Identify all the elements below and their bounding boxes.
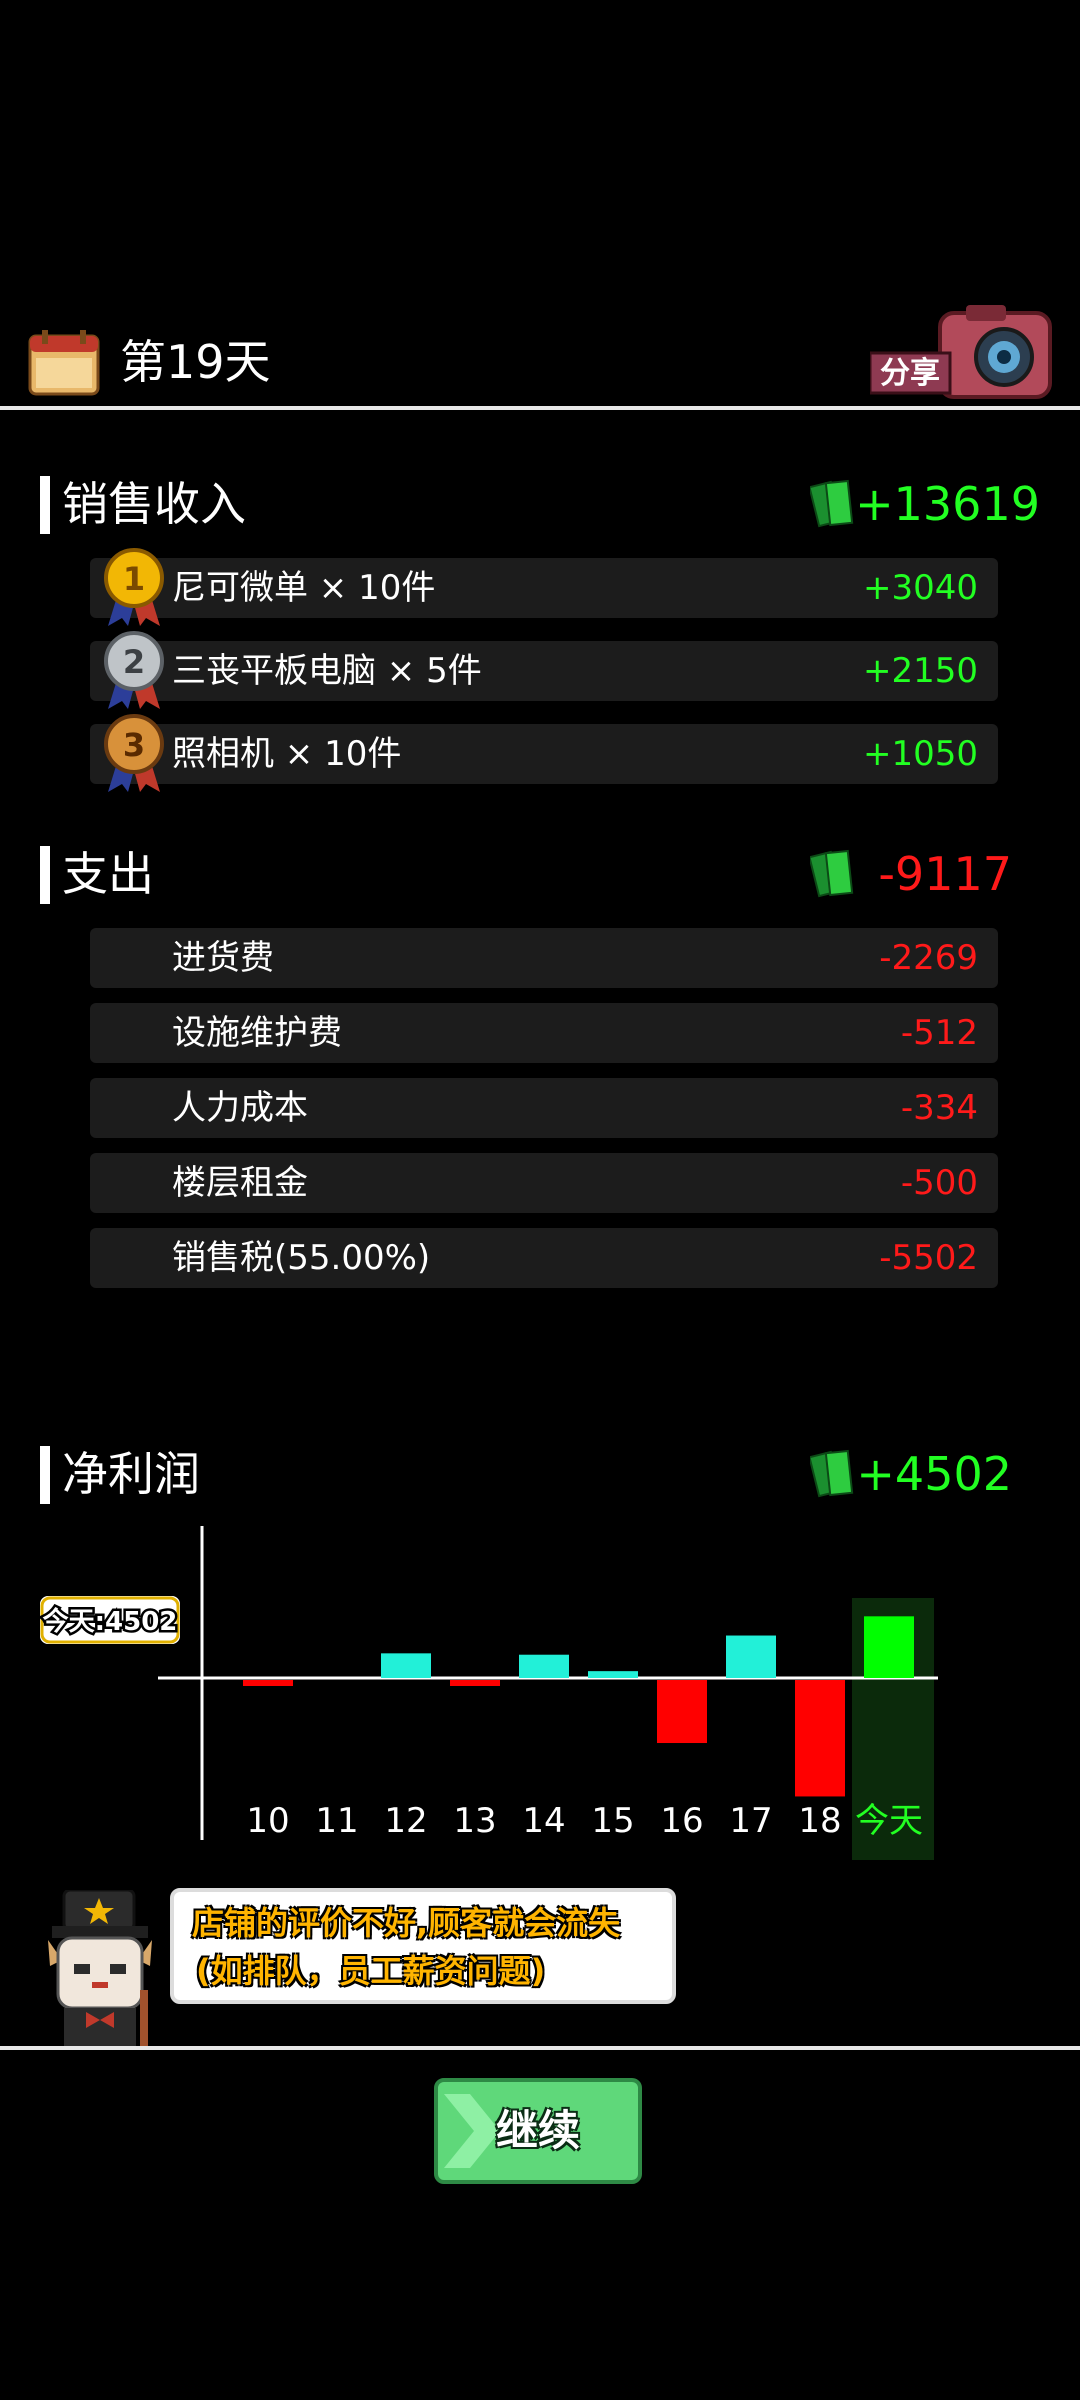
camera-icon: 分享	[868, 305, 1052, 399]
expense-row: 销售税(55.00%) -5502	[90, 1228, 998, 1288]
bronze-medal-icon: 3	[104, 714, 164, 792]
tip-bubble: 店铺的评价不好,顾客就会流失 (如排队，员工薪资问题)	[170, 1888, 676, 2004]
item-value: -5502	[879, 1238, 978, 1278]
item-label: 销售税(55.00%)	[172, 1238, 431, 1278]
svg-text:2: 2	[123, 643, 145, 681]
continue-label: 继续	[495, 2106, 580, 2155]
section-marker	[40, 1446, 50, 1504]
item-label: 进货费	[172, 938, 274, 978]
bar-12	[381, 1653, 431, 1678]
item-label: 人力成本	[172, 1088, 308, 1128]
svg-text:3: 3	[123, 726, 145, 764]
tip-line-1: 店铺的评价不好,顾客就会流失	[192, 1904, 621, 1942]
bar-10	[243, 1680, 293, 1686]
x-tick-label: 14	[522, 1801, 565, 1841]
mascot-cat-avatar	[48, 1890, 152, 2050]
income-row: 2 三丧平板电脑 × 5件 +2150	[90, 631, 998, 709]
profit-title: 净利润	[62, 1447, 200, 1501]
item-label: 楼层租金	[172, 1163, 308, 1203]
bar-今天	[864, 1616, 914, 1678]
profit-chart: 10 11 12 13 14 15 16 17 18 今天	[158, 1526, 938, 1860]
x-tick-label: 12	[384, 1801, 427, 1841]
svg-text:1: 1	[123, 560, 145, 598]
silver-medal-icon: 2	[104, 631, 164, 709]
item-value: +3040	[862, 568, 978, 608]
item-label: 三丧平板电脑 × 5件	[172, 651, 482, 691]
footer-divider	[0, 2046, 1080, 2050]
calendar-icon	[28, 330, 100, 396]
x-tick-label: 16	[660, 1801, 703, 1841]
expense-total: -9117	[878, 847, 1012, 901]
item-value: +2150	[862, 651, 978, 691]
x-tick-label: 11	[315, 1801, 358, 1841]
bar-14	[519, 1654, 569, 1678]
header-divider	[0, 406, 1080, 410]
x-tick-label: 今天	[855, 1801, 923, 1841]
section-marker	[40, 846, 50, 904]
bar-18	[795, 1680, 845, 1797]
item-value: +1050	[862, 734, 978, 774]
bar-16	[657, 1680, 707, 1744]
item-label: 设施维护费	[172, 1013, 342, 1053]
today-badge-text: 今天:4502	[43, 1606, 178, 1637]
x-tick-label: 13	[453, 1801, 496, 1841]
x-tick-label: 10	[246, 1801, 289, 1841]
continue-button[interactable]: 继续	[434, 2078, 642, 2184]
bar-13	[450, 1680, 500, 1686]
item-label: 照相机 × 10件	[172, 734, 402, 774]
money-icon	[810, 479, 854, 528]
item-label: 尼可微单 × 10件	[172, 568, 436, 608]
item-value: -2269	[879, 938, 978, 978]
income-row: 1 尼可微单 × 10件 +3040	[90, 548, 998, 626]
tip-line-2: (如排队，员工薪资问题)	[196, 1952, 546, 1990]
x-tick-label: 18	[798, 1801, 841, 1841]
section-marker	[40, 476, 50, 534]
expense-row: 设施维护费 -512	[90, 1003, 998, 1063]
expense-title: 支出	[62, 847, 154, 901]
income-title: 销售收入	[62, 477, 246, 531]
money-icon	[810, 849, 854, 898]
income-row: 3 照相机 × 10件 +1050	[90, 714, 998, 792]
profit-total: +4502	[856, 1447, 1012, 1501]
bar-15	[588, 1671, 638, 1678]
x-tick-label: 15	[591, 1801, 634, 1841]
expense-row: 楼层租金 -500	[90, 1153, 998, 1213]
income-total: +13619	[855, 477, 1040, 531]
x-tick-label: 17	[729, 1801, 772, 1841]
share-label: 分享	[880, 356, 940, 391]
share-button[interactable]: 分享	[868, 305, 1056, 401]
item-value: -500	[900, 1163, 978, 1203]
expense-row: 人力成本 -334	[90, 1078, 998, 1138]
gold-medal-icon: 1	[104, 548, 164, 626]
today-badge: 今天:4502	[36, 1590, 184, 1650]
item-value: -512	[900, 1013, 978, 1053]
day-title: 第19天	[120, 335, 271, 389]
expense-row: 进货费 -2269	[90, 928, 998, 988]
item-value: -334	[900, 1088, 978, 1128]
money-icon	[810, 1449, 854, 1498]
bar-17	[726, 1635, 776, 1678]
